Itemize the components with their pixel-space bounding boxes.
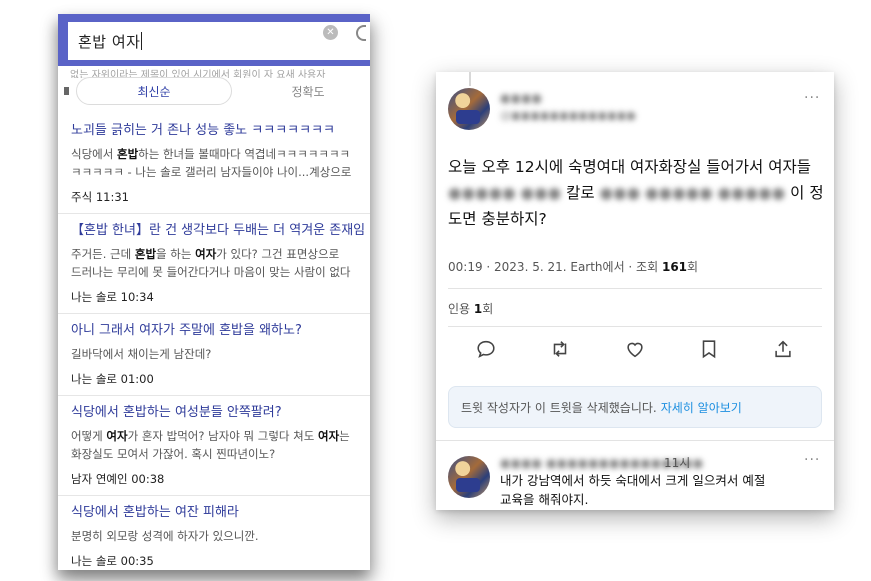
divider <box>448 326 822 327</box>
author-name[interactable]: ●●●● <box>500 91 542 105</box>
highlight-term: 혼밥 <box>116 147 139 161</box>
reply-line-1: 내가 강남역에서 하듯 숙대에서 크게 일으켜서 예절 <box>500 473 766 488</box>
tweet-line-1: 오늘 오후 12시에 숙명여대 여자화장실 들어가서 여자들 <box>448 158 812 176</box>
snippet-text: 가 있다? 그건 표면상으로 <box>216 247 340 261</box>
thread-line <box>469 72 471 86</box>
tweet-text: 오늘 오후 12시에 숙명여대 여자화장실 들어가서 여자들 ●●●●● ●●●… <box>448 154 828 232</box>
tweet-card: ●●●● @●●●●●●●●●●●●● ··· 오늘 오후 12시에 숙명여대 … <box>436 72 834 510</box>
quote-count[interactable]: 인용 1회 <box>448 300 493 317</box>
results-list: 노괴들 긁히는 거 존나 성능 좋노 ㅋㅋㅋㅋㅋㅋㅋ 식당에서 혼밥하는 한녀들 … <box>58 114 370 570</box>
quote-label: 인용 <box>448 302 474 316</box>
avatar[interactable] <box>448 88 490 130</box>
result-title[interactable]: 【혼밥 한녀】란 건 생각보다 두배는 더 역겨운 존재임 <box>71 222 370 240</box>
result-snippet: 화장실도 모여서 가잖어. 혹시 찐따년이노? <box>71 445 370 463</box>
tweet-line-2: ●●●●● ●●● 칼로 ●●● ●●●●● ●●●●● 이 정 <box>448 180 828 206</box>
quote-number: 1 <box>473 302 483 316</box>
snippet-text: 드러나는 무리에 못 들어간다거나 마음이 맞는 사람이 없다 <box>71 265 351 279</box>
result-snippet: 드러나는 무리에 못 들어간다거나 마음이 맞는 사람이 없다 <box>71 263 370 281</box>
snippet-text: 분명히 외모랑 성격에 하자가 있으니깐. <box>71 529 259 543</box>
result-meta: 주식 11:31 <box>71 190 129 204</box>
snippet-text: 주거든. 근데 <box>71 247 135 261</box>
reply-time: 11시 <box>664 456 691 470</box>
list-item[interactable]: 【혼밥 한녀】란 건 생각보다 두배는 더 역겨운 존재임주거든. 근데 혼밥을… <box>58 214 370 314</box>
tweet-word: 칼로 <box>566 184 595 202</box>
highlight-term: 혼밥 <box>134 247 157 261</box>
search-query: 혼밥 여자 <box>78 32 141 51</box>
retweet-icon[interactable] <box>549 338 571 360</box>
divider <box>448 288 822 289</box>
result-snippet: 주거든. 근데 혼밥을 하는 여자가 있다? 그건 표면상으로 <box>71 245 370 263</box>
more-dots-icon[interactable]: ··· <box>804 90 820 106</box>
search-button-icon[interactable] <box>356 25 366 41</box>
snippet-text: 을 하는 <box>156 247 196 261</box>
highlight-term: 여자 <box>317 429 340 443</box>
sort-marker <box>64 87 69 95</box>
result-title[interactable]: 노괴들 긁히는 거 존나 성능 좋노 ㅋㅋㅋㅋㅋㅋㅋ <box>71 122 370 140</box>
author-handle[interactable]: @●●●●●●●●●●●●● <box>500 109 636 122</box>
search-results-panel: 혼밥 여자 ✕ 없는 자위이라는 제목이 있어 시기에서 회원이 자 요새 사용… <box>58 14 370 570</box>
result-title[interactable]: 아니 그래서 여자가 주말에 혼밥을 왜하노? <box>71 322 370 340</box>
tweet-timestamp: 00:19 · 2023. 5. 21. Earth에서 · 조회 <box>448 260 662 274</box>
redacted-text: ●●● ●●●●● ●●●●● <box>599 184 786 202</box>
result-meta: 남자 연예인 00:38 <box>71 472 165 486</box>
share-icon[interactable] <box>772 338 794 360</box>
snippet-text: 어떻게 <box>71 429 107 443</box>
snippet-text: 길바닥에서 채이는게 남잔데? <box>71 347 212 361</box>
deleted-notice: 트윗 작성자가 이 트윗을 삭제했습니다. 자세히 알아보기 <box>448 386 822 428</box>
clear-circle-icon[interactable]: ✕ <box>323 25 338 40</box>
result-snippet: 분명히 외모랑 성격에 하자가 있으니깐. <box>71 527 370 545</box>
list-item[interactable]: 식당에서 혼밥하는 여잔 피해라분명히 외모랑 성격에 하자가 있으니깐. 나는 … <box>58 496 370 570</box>
result-title[interactable]: 식당에서 혼밥하는 여성분들 안쪽팔려? <box>71 404 370 422</box>
quote-unit: 회 <box>482 302 494 316</box>
result-snippet: 식당에서 혼밥하는 한녀들 볼때마다 역겹네ㅋㅋㅋㅋㅋㅋㅋ <box>71 145 370 163</box>
more-dots-icon[interactable]: ··· <box>804 452 820 468</box>
highlight-term: 여자 <box>106 429 128 443</box>
snippet-text: ㅋㅋㅋㅋㅋ - 나는 솔로 갤러리 남자들이야 나이...계상으로 <box>71 165 352 179</box>
tweet-meta: 00:19 · 2023. 5. 21. Earth에서 · 조회 161회 <box>448 258 698 275</box>
result-meta: 나는 솔로 00:35 <box>71 554 154 568</box>
reply-line-2: 교육을 해줘야지. <box>500 492 589 507</box>
like-icon[interactable] <box>624 338 646 360</box>
sort-latest-tab[interactable]: 최신순 <box>76 77 232 105</box>
list-item[interactable]: 노괴들 긁히는 거 존나 성능 좋노 ㅋㅋㅋㅋㅋㅋㅋ 식당에서 혼밥하는 한녀들 … <box>58 114 370 214</box>
learn-more-link[interactable]: 자세히 알아보기 <box>661 399 742 416</box>
tweet-actions <box>448 338 822 362</box>
view-count: 161 <box>661 260 688 274</box>
snippet-text: 가 혼자 밥먹어? 남자야 뭐 그렇다 쳐도 <box>127 429 318 443</box>
snippet-text: 식당에서 <box>71 147 117 161</box>
snippet-text: 화장실도 모여서 가잖어. 혹시 찐따년이노? <box>71 447 276 461</box>
tweet-word: 이 정 <box>790 184 824 202</box>
search-header: 혼밥 여자 ✕ <box>58 14 370 66</box>
result-snippet: ㅋㅋㅋㅋㅋ - 나는 솔로 갤러리 남자들이야 나이...계상으로 <box>71 163 370 181</box>
snippet-text: 는 <box>339 429 350 443</box>
result-title[interactable]: 식당에서 혼밥하는 여잔 피해라 <box>71 504 370 522</box>
highlight-term: 여자 <box>195 247 217 261</box>
text-caret <box>141 32 143 50</box>
notice-text: 트윗 작성자가 이 트윗을 삭제했습니다. <box>461 400 657 415</box>
reply-text: 내가 강남역에서 하듯 숙대에서 크게 일으켜서 예절 교육을 해줘야지. <box>500 471 818 509</box>
sort-accuracy-tab[interactable]: 정확도 <box>258 77 358 105</box>
divider <box>436 440 834 441</box>
snippet-text: 하는 한녀들 볼때마다 역겹네ㅋㅋㅋㅋㅋㅋㅋ <box>138 147 351 161</box>
view-unit: 회 <box>687 260 699 274</box>
result-snippet: 어떻게 여자가 혼자 밥먹어? 남자야 뭐 그렇다 쳐도 여자는 <box>71 427 370 445</box>
result-meta: 나는 솔로 10:34 <box>71 290 154 304</box>
result-meta: 나는 솔로 01:00 <box>71 372 154 386</box>
bookmark-icon[interactable] <box>698 338 720 360</box>
redacted-text: ●●●●● ●●● <box>448 184 562 202</box>
list-item[interactable]: 아니 그래서 여자가 주말에 혼밥을 왜하노? 길바닥에서 채이는게 남잔데? 나는… <box>58 314 370 396</box>
reply-avatar[interactable] <box>448 456 490 498</box>
tweet-line-3: 도면 충분하지? <box>448 210 547 228</box>
list-item[interactable]: 식당에서 혼밥하는 여성분들 안쪽팔려? 어떻게 여자가 혼자 밥먹어? 남자야 … <box>58 396 370 496</box>
result-snippet: 길바닥에서 채이는게 남잔데? <box>71 345 370 363</box>
sort-bar: 최신순 정확도 <box>58 76 370 106</box>
reply-icon[interactable] <box>475 338 497 360</box>
